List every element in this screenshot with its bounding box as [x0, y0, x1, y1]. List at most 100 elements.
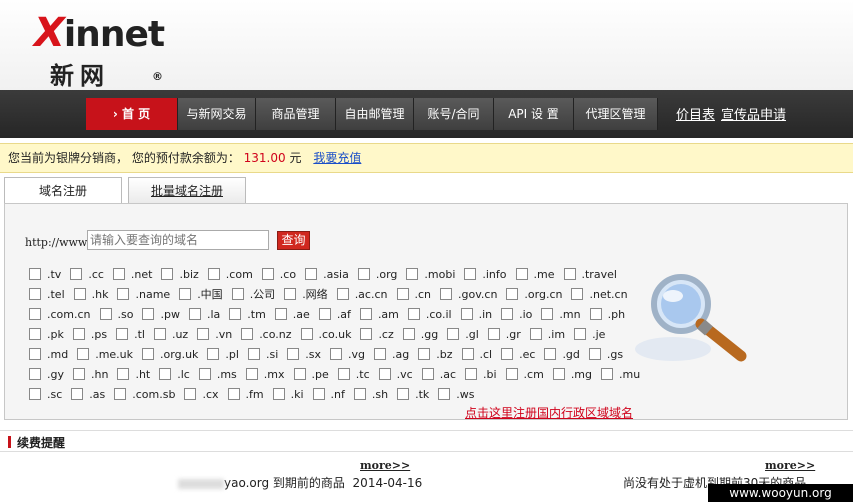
tld-checkbox[interactable]	[207, 268, 220, 280]
tld-checkbox[interactable]	[72, 328, 85, 340]
tld-option[interactable]: .me.uk	[77, 347, 133, 363]
tld-checkbox[interactable]	[552, 368, 565, 380]
tld-checkbox[interactable]	[227, 388, 240, 400]
tld-option[interactable]: .pe	[293, 367, 329, 383]
tld-option[interactable]: .pk	[29, 327, 64, 343]
tld-option[interactable]: .fm	[227, 387, 264, 403]
tld-checkbox[interactable]	[29, 348, 41, 360]
tld-checkbox[interactable]	[359, 308, 372, 320]
tld-checkbox[interactable]	[464, 268, 477, 280]
tld-option[interactable]: .pw	[142, 307, 180, 323]
region-domain-link[interactable]: 点击这里注册国内行政区域域名	[465, 404, 633, 421]
tld-checkbox[interactable]	[378, 368, 391, 380]
tld-option[interactable]: .lc	[159, 367, 190, 383]
tld-checkbox[interactable]	[397, 388, 410, 400]
more-link-vhost[interactable]: more>>	[765, 459, 815, 472]
tld-option[interactable]: .com.cn	[29, 307, 91, 323]
tld-checkbox[interactable]	[73, 368, 85, 380]
tld-option[interactable]: .ms	[198, 367, 237, 383]
tld-checkbox[interactable]	[272, 388, 285, 400]
tld-option[interactable]: .sh	[353, 387, 388, 403]
tld-checkbox[interactable]	[440, 288, 453, 300]
tld-option[interactable]: .中国	[179, 287, 223, 303]
tld-checkbox[interactable]	[261, 268, 274, 280]
tld-option[interactable]: .asia	[305, 267, 349, 283]
tld-option[interactable]: .tl	[116, 327, 145, 343]
tld-option[interactable]: .mobi	[406, 267, 455, 283]
tld-option[interactable]: .im	[529, 327, 565, 343]
tld-checkbox[interactable]	[71, 388, 84, 400]
tld-checkbox[interactable]	[544, 348, 557, 360]
tld-checkbox[interactable]	[99, 308, 112, 320]
tld-checkbox[interactable]	[29, 368, 41, 380]
tld-option[interactable]: .ki	[272, 387, 304, 403]
tld-option[interactable]: .org.uk	[142, 347, 198, 363]
tld-option[interactable]: .in	[460, 307, 492, 323]
tld-checkbox[interactable]	[588, 348, 601, 360]
tld-checkbox[interactable]	[184, 388, 197, 400]
tld-checkbox[interactable]	[77, 348, 90, 360]
tld-option[interactable]: .cn	[396, 287, 431, 303]
tld-checkbox[interactable]	[460, 308, 473, 320]
tld-checkbox[interactable]	[300, 328, 313, 340]
nav-agent-zone[interactable]: 代理区管理	[574, 98, 658, 130]
tld-option[interactable]: .ac.cn	[336, 287, 388, 303]
tld-checkbox[interactable]	[241, 328, 254, 340]
tld-checkbox[interactable]	[360, 328, 373, 340]
tld-option[interactable]: .vn	[197, 327, 232, 343]
tld-option[interactable]: .网络	[284, 287, 328, 303]
tld-checkbox[interactable]	[487, 328, 500, 340]
tld-checkbox[interactable]	[188, 308, 201, 320]
tld-checkbox[interactable]	[142, 308, 155, 320]
nav-mail-manage[interactable]: 自由邮管理	[336, 98, 414, 130]
tab-batch-register[interactable]: 批量域名注册	[128, 177, 246, 204]
tld-checkbox[interactable]	[357, 268, 370, 280]
tld-option[interactable]: .name	[117, 287, 170, 303]
recharge-link[interactable]: 我要充值	[313, 151, 361, 165]
tld-option[interactable]: .com.sb	[114, 387, 175, 403]
tld-checkbox[interactable]	[305, 268, 318, 280]
more-link-expiring[interactable]: more>>	[360, 459, 410, 472]
tld-option[interactable]: .gs	[588, 347, 623, 363]
tld-option[interactable]: .tc	[337, 367, 370, 383]
tld-option[interactable]: .mg	[552, 367, 592, 383]
tld-checkbox[interactable]	[231, 288, 244, 300]
tld-option[interactable]: .gd	[544, 347, 580, 363]
tld-option[interactable]: .net	[112, 267, 152, 283]
tld-checkbox[interactable]	[274, 308, 287, 320]
tld-checkbox[interactable]	[406, 268, 419, 280]
tld-checkbox[interactable]	[563, 268, 576, 280]
tld-checkbox[interactable]	[198, 368, 211, 380]
tld-checkbox[interactable]	[330, 348, 343, 360]
tld-option[interactable]: .biz	[161, 267, 199, 283]
tld-checkbox[interactable]	[337, 368, 350, 380]
tld-checkbox[interactable]	[515, 268, 528, 280]
tld-option[interactable]: .hn	[73, 367, 108, 383]
tld-option[interactable]: .gg	[402, 327, 438, 343]
tld-checkbox[interactable]	[112, 268, 125, 280]
tld-checkbox[interactable]	[336, 288, 349, 300]
tld-option[interactable]: .cx	[184, 387, 219, 403]
tld-option[interactable]: .co	[261, 267, 296, 283]
tld-checkbox[interactable]	[179, 288, 192, 300]
tld-option[interactable]: .ws	[438, 387, 475, 403]
tld-option[interactable]: .公司	[231, 287, 275, 303]
tld-checkbox[interactable]	[318, 308, 331, 320]
tld-option[interactable]: .gr	[487, 327, 521, 343]
tld-checkbox[interactable]	[529, 328, 542, 340]
tld-option[interactable]: .gl	[447, 327, 479, 343]
tld-option[interactable]: .mn	[541, 307, 581, 323]
tld-option[interactable]: .ac	[421, 367, 456, 383]
tld-checkbox[interactable]	[117, 288, 130, 300]
tld-checkbox[interactable]	[229, 308, 242, 320]
tld-option[interactable]: .hk	[73, 287, 108, 303]
tld-option[interactable]: .bz	[418, 347, 453, 363]
nav-link-price-list[interactable]: 价目表	[676, 104, 715, 123]
search-button[interactable]: 查询	[277, 231, 310, 250]
tld-checkbox[interactable]	[465, 368, 477, 380]
tld-checkbox[interactable]	[207, 348, 220, 360]
tld-checkbox[interactable]	[438, 388, 451, 400]
tld-checkbox[interactable]	[447, 328, 460, 340]
tld-option[interactable]: .tv	[29, 267, 61, 283]
tld-option[interactable]: .sc	[29, 387, 62, 403]
